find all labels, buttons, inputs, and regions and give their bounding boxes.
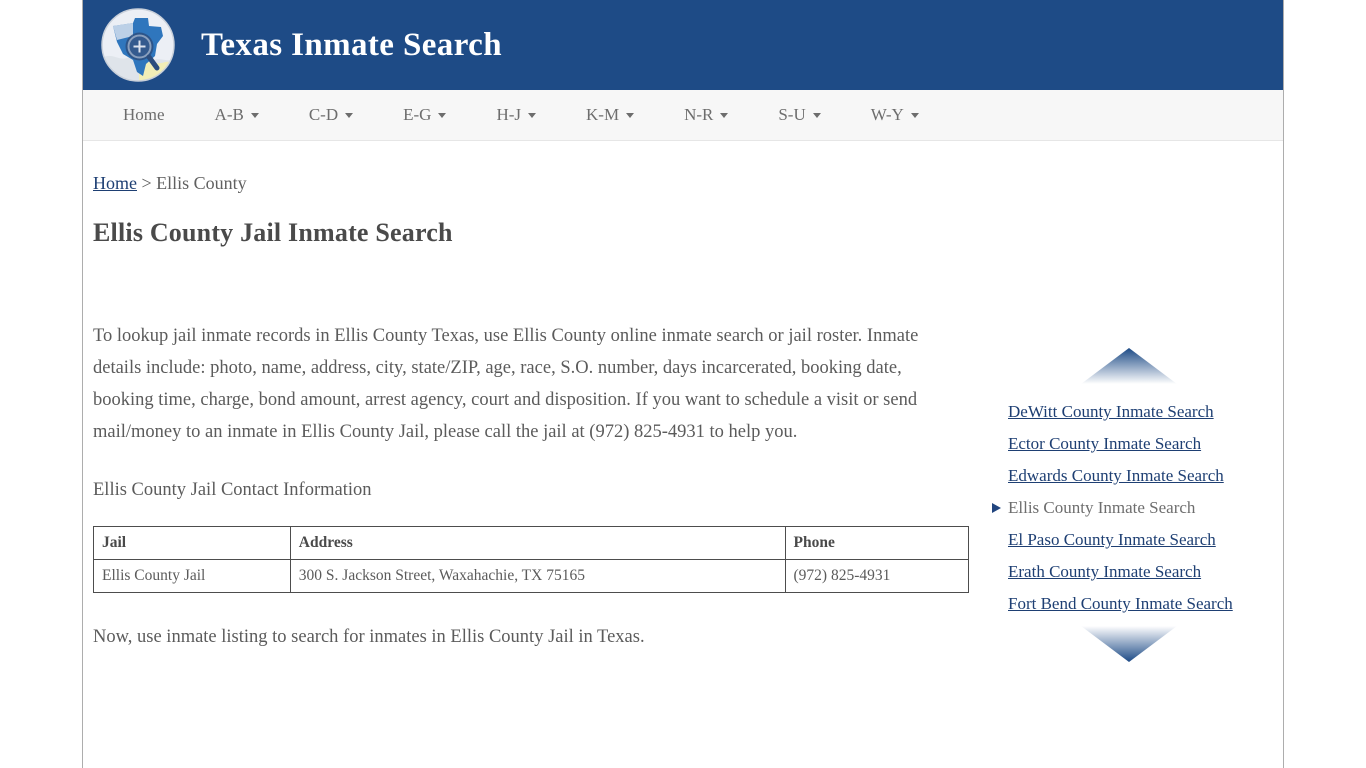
table-header-row: Jail Address Phone xyxy=(93,526,969,561)
nav-label: S-U xyxy=(778,105,806,124)
site-header: Texas Inmate Search xyxy=(83,0,1283,90)
main-navigation: Home A-B C-D E-G H-J K-M N-R S-U W-Y xyxy=(83,90,1283,141)
sidebar-item-ector-county[interactable]: Ector County Inmate Search xyxy=(1008,434,1201,453)
nav-item-s-u[interactable]: S-U xyxy=(762,99,836,131)
list-item: Ector County Inmate Search xyxy=(989,428,1269,460)
breadcrumb-separator: > xyxy=(137,173,157,193)
list-item: DeWitt County Inmate Search xyxy=(989,396,1269,428)
list-item: Fort Bend County Inmate Search xyxy=(989,588,1269,620)
nav-label: H-J xyxy=(496,105,521,124)
nav-item-a-b[interactable]: A-B xyxy=(199,99,275,131)
page-title: Ellis County Jail Inmate Search xyxy=(93,218,453,248)
chevron-down-icon xyxy=(250,112,259,118)
sidebar-item-erath-county[interactable]: Erath County Inmate Search xyxy=(1008,562,1201,581)
breadcrumb: Home > Ellis County xyxy=(93,171,993,196)
nav-item-home[interactable]: Home xyxy=(107,99,181,131)
nav-item-e-g[interactable]: E-G xyxy=(387,99,462,131)
sidebar-link-list: DeWitt County Inmate Search Ector County… xyxy=(989,396,1269,620)
breadcrumb-current: Ellis County xyxy=(156,173,247,193)
chevron-down-icon xyxy=(720,112,729,118)
table-row: Ellis County Jail 300 S. Jackson Street,… xyxy=(93,559,969,594)
sidebar-item-fort-bend-county[interactable]: Fort Bend County Inmate Search xyxy=(1008,594,1233,613)
intro-paragraph: To lookup jail inmate records in Ellis C… xyxy=(93,326,919,443)
breadcrumb-home-link[interactable]: Home xyxy=(93,173,137,193)
nav-label: C-D xyxy=(308,105,339,124)
sidebar-item-dewitt-county[interactable]: DeWitt County Inmate Search xyxy=(1008,402,1214,421)
nav-label: K-M xyxy=(586,105,620,124)
chevron-down-icon xyxy=(910,112,919,118)
chevron-down-icon xyxy=(626,112,635,118)
nav-item-k-m[interactable]: K-M xyxy=(570,99,650,131)
page-container: Texas Inmate Search Home A-B C-D E-G H-J… xyxy=(82,0,1284,768)
texas-globe-magnifier-icon[interactable] xyxy=(99,6,177,84)
triangle-down-icon[interactable] xyxy=(989,624,1269,664)
chevron-down-icon xyxy=(345,112,354,118)
table-header-jail: Jail xyxy=(93,526,291,561)
sidebar-item-ellis-county-active: Ellis County Inmate Search xyxy=(989,492,1269,524)
triangle-right-icon xyxy=(992,503,1001,513)
list-item: El Paso County Inmate Search xyxy=(989,524,1269,556)
nav-item-c-d[interactable]: C-D xyxy=(293,99,369,131)
main-column: Home > Ellis County Ellis County Jail In… xyxy=(93,171,993,653)
triangle-up-icon[interactable] xyxy=(989,346,1269,386)
nav-label: Home xyxy=(123,105,165,124)
nav-item-h-j[interactable]: H-J xyxy=(480,99,552,131)
site-title: Texas Inmate Search xyxy=(201,26,502,63)
table-cell-address: 300 S. Jackson Street, Waxahachie, TX 75… xyxy=(289,559,786,594)
related-counties-sidebar: DeWitt County Inmate Search Ector County… xyxy=(989,346,1269,664)
sidebar-item-label: Ellis County Inmate Search xyxy=(1008,498,1196,517)
sidebar-item-edwards-county[interactable]: Edwards County Inmate Search xyxy=(1008,466,1224,485)
table-cell-phone: (972) 825-4931 xyxy=(784,559,969,594)
list-item: Edwards County Inmate Search xyxy=(989,460,1269,492)
table-header-address: Address xyxy=(289,526,786,561)
chevron-down-icon xyxy=(438,112,447,118)
contact-information-table: Jail Address Phone Ellis County Jail 300… xyxy=(93,526,969,594)
nav-label: N-R xyxy=(684,105,714,124)
table-cell-jail: Ellis County Jail xyxy=(93,559,291,594)
nav-label: E-G xyxy=(403,105,432,124)
chevron-down-icon xyxy=(812,112,821,118)
table-header-phone: Phone xyxy=(784,526,969,561)
contact-heading: Ellis County Jail Contact Information xyxy=(93,480,372,501)
list-item: Erath County Inmate Search xyxy=(989,556,1269,588)
nav-item-w-y[interactable]: W-Y xyxy=(855,99,935,131)
nav-label: W-Y xyxy=(870,105,904,124)
outro-paragraph: Now, use inmate listing to search for in… xyxy=(93,627,645,648)
nav-item-n-r[interactable]: N-R xyxy=(668,99,744,131)
sidebar-item-el-paso-county[interactable]: El Paso County Inmate Search xyxy=(1008,530,1216,549)
nav-label: A-B xyxy=(214,105,244,124)
chevron-down-icon xyxy=(528,112,536,118)
